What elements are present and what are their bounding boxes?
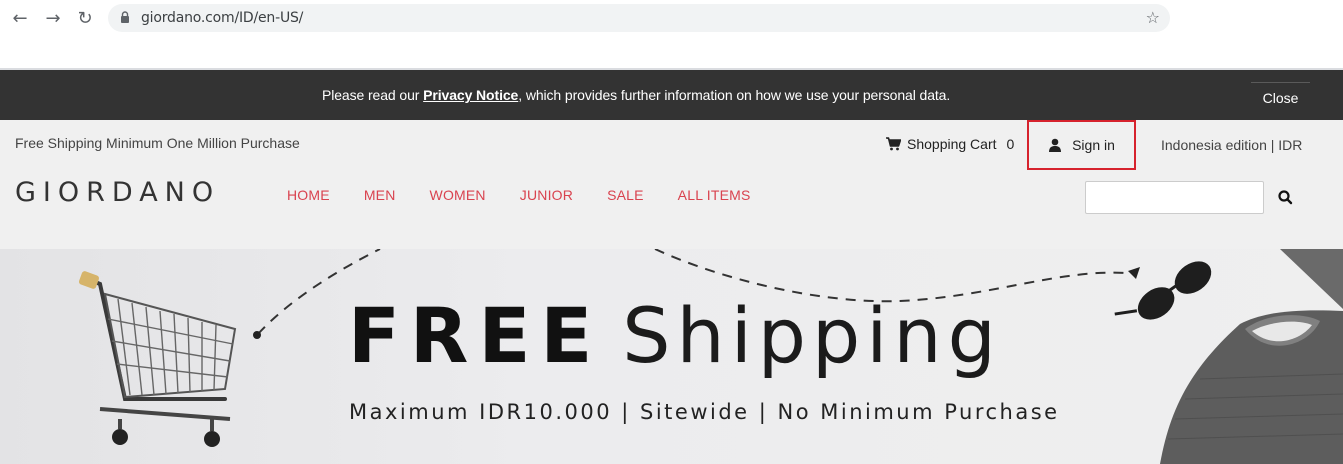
hero-title: FREE Shipping bbox=[348, 291, 1002, 380]
bookmark-star-icon[interactable]: ☆ bbox=[1146, 8, 1160, 27]
shopping-cart-illustration bbox=[78, 271, 237, 447]
cart-icon bbox=[886, 137, 901, 151]
site-header: Free Shipping Minimum One Million Purcha… bbox=[0, 120, 1343, 249]
reload-icon[interactable]: ↻ bbox=[74, 7, 96, 29]
privacy-notice-link[interactable]: Privacy Notice bbox=[423, 87, 518, 103]
hero-title-light: Shipping bbox=[622, 291, 1002, 380]
edition-selector[interactable]: Indonesia edition | IDR bbox=[1161, 137, 1302, 153]
close-banner-button[interactable]: Close bbox=[1251, 82, 1310, 112]
shopping-cart-link[interactable]: Shopping Cart 0 bbox=[886, 136, 1014, 152]
url-text: giordano.com/ID/en-US/ bbox=[141, 10, 304, 26]
forward-icon[interactable]: → bbox=[42, 7, 64, 29]
giordano-logo[interactable]: GIORDANO bbox=[15, 177, 220, 208]
nav-home[interactable]: HOME bbox=[287, 187, 330, 203]
search-icon[interactable] bbox=[1276, 188, 1296, 208]
nav-women[interactable]: WOMEN bbox=[430, 187, 486, 203]
privacy-text-before: Please read our bbox=[322, 87, 424, 103]
search-input[interactable] bbox=[1085, 181, 1264, 214]
nav-junior[interactable]: JUNIOR bbox=[520, 187, 573, 203]
sunglasses-illustration bbox=[1114, 261, 1212, 320]
back-icon[interactable]: ← bbox=[9, 7, 31, 29]
privacy-text-after: , which provides further information on … bbox=[518, 87, 951, 103]
sign-in-button[interactable]: Sign in bbox=[1027, 120, 1136, 170]
lock-icon bbox=[121, 11, 129, 23]
nav-all-items[interactable]: ALL ITEMS bbox=[678, 187, 751, 203]
hero-title-bold: FREE bbox=[348, 291, 603, 380]
cart-count: 0 bbox=[1006, 136, 1015, 152]
privacy-banner: Please read our Privacy Notice, which pr… bbox=[0, 70, 1343, 120]
hero-banner[interactable]: FREE Shipping Maximum IDR10.000 | Sitewi… bbox=[0, 249, 1343, 464]
free-shipping-promo: Free Shipping Minimum One Million Purcha… bbox=[15, 135, 300, 151]
user-icon bbox=[1049, 138, 1062, 152]
cart-label: Shopping Cart bbox=[907, 136, 997, 152]
path-start-dot bbox=[253, 331, 261, 339]
hero-subtitle: Maximum IDR10.000 | Sitewide | No Minimu… bbox=[349, 400, 1060, 424]
browser-toolbar: ← → ↻ giordano.com/ID/en-US/ ☆ bbox=[0, 0, 1343, 70]
nav-men[interactable]: MEN bbox=[364, 187, 396, 203]
privacy-message: Please read our Privacy Notice, which pr… bbox=[322, 87, 950, 103]
sign-in-label: Sign in bbox=[1072, 137, 1115, 153]
nav-sale[interactable]: SALE bbox=[607, 187, 644, 203]
address-bar[interactable]: giordano.com/ID/en-US/ ☆ bbox=[108, 4, 1170, 32]
main-nav: HOME MEN WOMEN JUNIOR SALE ALL ITEMS bbox=[287, 187, 785, 203]
